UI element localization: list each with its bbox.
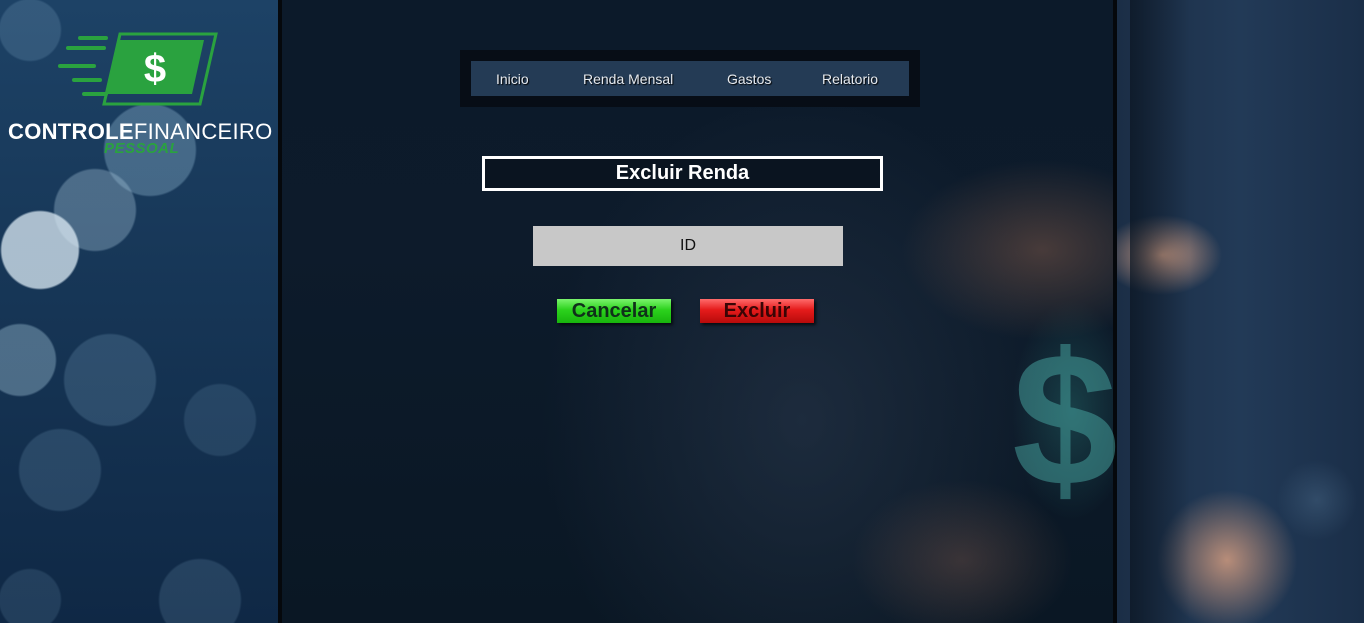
svg-text:$: $ xyxy=(144,47,166,91)
money-bill-icon: $ xyxy=(58,32,218,106)
nav-item-inicio[interactable]: Inicio xyxy=(496,71,529,87)
cancel-button[interactable]: Cancelar xyxy=(557,299,671,323)
form-title-box: Excluir Renda xyxy=(482,156,883,191)
nav-item-gastos[interactable]: Gastos xyxy=(727,71,771,87)
dollar-sign-icon: $ xyxy=(1012,314,1118,510)
delete-button[interactable]: Excluir xyxy=(700,299,814,323)
id-input[interactable] xyxy=(533,226,843,266)
page: $ $ CONTROLEFINANCEIRO PESSOAL Inicio Re… xyxy=(0,0,1364,623)
app-logo: $ CONTROLEFINANCEIRO PESSOAL xyxy=(8,30,272,160)
nav-item-relatorio[interactable]: Relatorio xyxy=(822,71,878,87)
main-nav: Inicio Renda Mensal Gastos Relatorio xyxy=(471,61,909,96)
left-divider xyxy=(278,0,282,623)
suit-lapel-shadow xyxy=(1130,0,1190,623)
svg-text:$: $ xyxy=(1012,314,1118,510)
form-title: Excluir Renda xyxy=(615,162,750,184)
nav-item-renda-mensal[interactable]: Renda Mensal xyxy=(583,71,673,87)
logo-subtitle: PESSOAL xyxy=(104,140,180,157)
